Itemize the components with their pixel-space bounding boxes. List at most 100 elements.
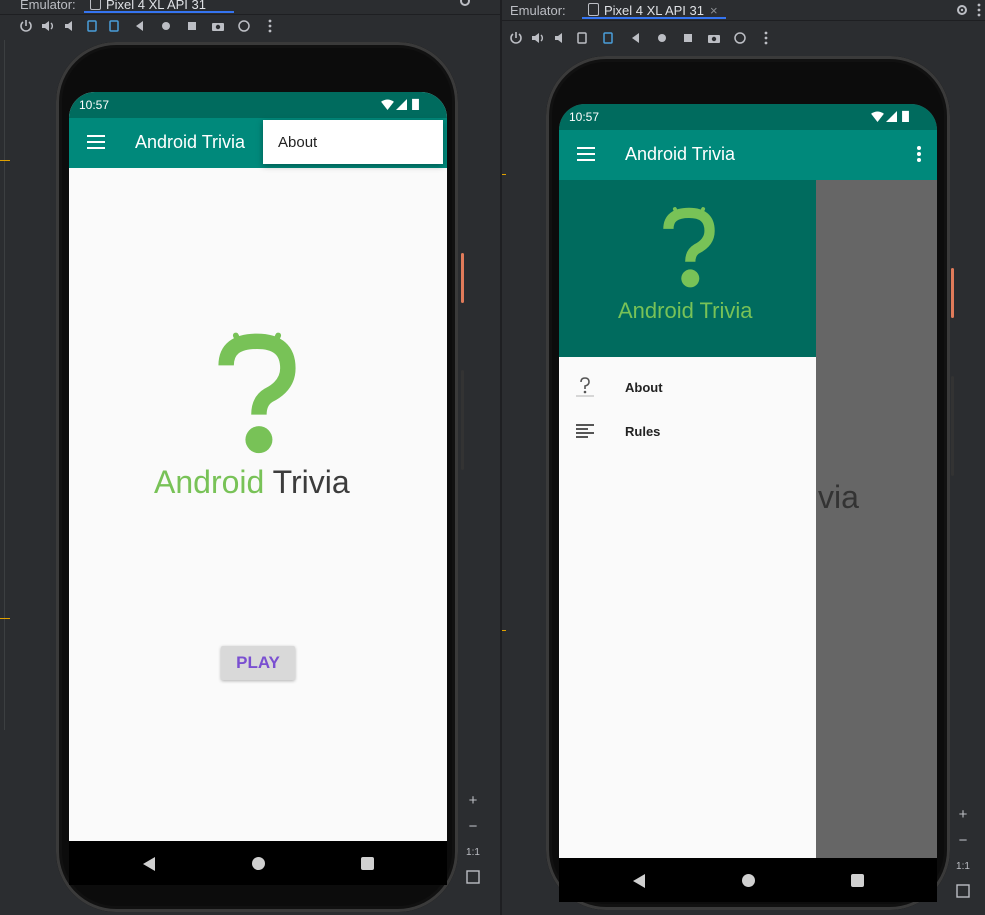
home-icon[interactable]	[158, 18, 174, 34]
emulator-label: Emulator:	[510, 3, 566, 18]
signal-icon	[886, 111, 897, 122]
power-icon[interactable]	[18, 18, 34, 34]
phone-frame: 10:57 Android Trivia About Android Trivi…	[56, 42, 458, 912]
menu-hamburger-icon[interactable]	[87, 135, 105, 149]
device-tab[interactable]: Pixel 4 XL API 31 ×	[582, 0, 726, 19]
nav-home-icon[interactable]	[252, 857, 265, 870]
overview-icon[interactable]	[184, 18, 200, 34]
drawer-header: Android Trivia	[559, 180, 816, 357]
emulator-tab-bar: Emulator: Pixel 4 XL API 31 ×	[502, 0, 985, 21]
more-icon[interactable]	[758, 30, 774, 46]
zoom-1to1-button[interactable]: 1:1	[462, 840, 484, 866]
volume-up-icon[interactable]	[40, 18, 56, 34]
rotate-left-icon[interactable]	[574, 30, 590, 46]
nav-recents-icon[interactable]	[851, 874, 864, 887]
battery-icon	[412, 98, 419, 110]
rotate-left-icon[interactable]	[84, 18, 100, 34]
status-bar: 10:57	[559, 104, 937, 130]
screenshot-icon[interactable]	[706, 30, 722, 46]
volume-down-icon[interactable]	[552, 30, 568, 46]
phone-power-button	[951, 268, 954, 318]
zoom-controls: + − 1:1	[952, 802, 974, 902]
emulator-pane-left: Emulator: Pixel 4 XL API 31 10:57 Androi…	[0, 0, 500, 915]
navigation-drawer: Android Trivia About Rules	[559, 180, 816, 858]
wifi-icon	[381, 99, 394, 110]
logo-text: Android Trivia	[154, 464, 350, 501]
phone-screen: 10:57 Android Trivia via Android Trivia …	[559, 104, 937, 858]
emulator-tab-bar: Emulator: Pixel 4 XL API 31	[0, 0, 500, 15]
zoom-out-button[interactable]: −	[462, 814, 484, 840]
drawer-header-title: Android Trivia	[618, 298, 753, 323]
menu-hamburger-icon[interactable]	[577, 147, 595, 161]
status-time: 10:57	[79, 98, 110, 112]
app-bar: Android Trivia	[559, 130, 937, 180]
trivia-logo-icon	[663, 207, 715, 288]
zoom-in-button[interactable]: +	[952, 802, 974, 828]
drawer-scrim[interactable]	[816, 180, 937, 858]
status-time: 10:57	[569, 110, 600, 124]
trivia-logo-icon	[218, 332, 296, 454]
emulator-pane-right: Emulator: Pixel 4 XL API 31 × 10:57 Andr…	[502, 0, 985, 915]
zoom-controls: + − 1:1	[462, 788, 484, 888]
emulator-toolbar	[502, 26, 985, 50]
overflow-menu-icon[interactable]	[917, 146, 921, 162]
volume-up-icon[interactable]	[530, 30, 546, 46]
close-tab-icon[interactable]: ×	[710, 3, 718, 18]
volume-down-icon[interactable]	[62, 18, 78, 34]
ide-marker	[0, 618, 10, 619]
emulator-label: Emulator:	[20, 0, 76, 12]
back-icon[interactable]	[132, 18, 148, 34]
menu-item-about[interactable]: About	[278, 134, 317, 151]
status-bar: 10:57	[69, 92, 447, 118]
system-nav-bar	[69, 841, 447, 885]
phone-power-button	[461, 253, 464, 303]
home-icon[interactable]	[654, 30, 670, 46]
settings-gear-icon[interactable]	[458, 0, 472, 8]
ide-marker	[502, 630, 506, 631]
play-button[interactable]: PLAY	[221, 646, 295, 680]
rotate-right-icon[interactable]	[600, 30, 616, 46]
nav-back-icon[interactable]	[143, 857, 155, 871]
logo-word-android: Android	[154, 464, 265, 500]
drawer-item-label: Rules	[625, 424, 661, 439]
zoom-in-button[interactable]: +	[462, 788, 484, 814]
ide-marker	[0, 160, 10, 161]
system-nav-bar	[559, 858, 937, 902]
logo-word-trivia: Trivia	[272, 464, 350, 500]
phone-screen: 10:57 Android Trivia About Android Trivi…	[69, 92, 447, 885]
settings-gear-icon[interactable]	[955, 3, 969, 17]
ide-scroll-track	[4, 40, 5, 730]
screenshot-icon[interactable]	[210, 18, 226, 34]
drawer-item-label: About	[625, 380, 663, 395]
rotate-right-icon[interactable]	[106, 18, 122, 34]
trivia-logo-icon	[576, 377, 594, 397]
ide-marker	[502, 174, 506, 175]
drawer-item-about[interactable]: About	[559, 366, 816, 410]
nav-back-icon[interactable]	[633, 874, 645, 888]
more-icon[interactable]	[977, 3, 981, 17]
nav-recents-icon[interactable]	[361, 857, 374, 870]
device-icon	[90, 0, 101, 10]
device-icon	[588, 3, 599, 16]
back-icon[interactable]	[628, 30, 644, 46]
overview-icon[interactable]	[680, 30, 696, 46]
power-icon[interactable]	[508, 30, 524, 46]
zoom-1to1-button[interactable]: 1:1	[952, 854, 974, 880]
fit-screen-icon[interactable]	[466, 870, 480, 884]
rules-list-icon	[576, 424, 594, 438]
wifi-icon	[871, 111, 884, 122]
device-tab[interactable]: Pixel 4 XL API 31	[84, 0, 234, 13]
signal-icon	[396, 99, 407, 110]
fit-screen-icon[interactable]	[956, 884, 970, 898]
more-icon[interactable]	[262, 18, 278, 34]
phone-frame: 10:57 Android Trivia via Android Trivia …	[546, 56, 950, 910]
app-title: Android Trivia	[135, 132, 246, 152]
app-title: Android Trivia	[625, 144, 736, 164]
snapshot-icon[interactable]	[236, 18, 252, 34]
snapshot-icon[interactable]	[732, 30, 748, 46]
battery-icon	[902, 110, 909, 122]
phone-volume-button	[951, 376, 954, 476]
drawer-item-rules[interactable]: Rules	[559, 410, 816, 454]
nav-home-icon[interactable]	[742, 874, 755, 887]
zoom-out-button[interactable]: −	[952, 828, 974, 854]
